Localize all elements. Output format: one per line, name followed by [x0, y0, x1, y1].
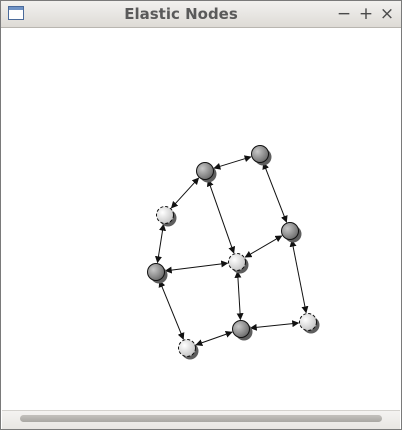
graph-node-n9[interactable] — [178, 339, 199, 360]
edge-n6-n5 — [244, 235, 283, 258]
node-circle[interactable] — [299, 313, 317, 331]
edge-n1-n2 — [213, 155, 252, 170]
node-circle[interactable] — [251, 145, 269, 163]
horizontal-scrollbar[interactable] — [2, 410, 400, 429]
graph-node-n7[interactable] — [232, 320, 253, 341]
edge-n1-n3 — [170, 177, 200, 209]
edge-n4-n9 — [158, 280, 185, 340]
graph-node-n3[interactable] — [156, 206, 177, 227]
node-circle[interactable] — [228, 253, 246, 271]
graph-node-n6[interactable] — [281, 222, 302, 243]
node-circle[interactable] — [147, 263, 165, 281]
graph-canvas[interactable] — [1, 28, 401, 410]
app-window: Elastic Nodes − + × — [0, 0, 402, 430]
edge-n2-n6 — [262, 162, 288, 223]
maximize-button[interactable]: + — [357, 4, 375, 24]
edge-n3-n4 — [155, 223, 166, 264]
node-circle[interactable] — [232, 320, 250, 338]
graph-node-n2[interactable] — [251, 145, 272, 166]
minimize-button[interactable]: − — [335, 4, 353, 24]
node-circle[interactable] — [156, 206, 174, 224]
title-bar[interactable]: Elastic Nodes − + × — [1, 1, 401, 28]
graph-node-n8[interactable] — [299, 313, 320, 334]
node-circle[interactable] — [196, 162, 214, 180]
edges-layer — [155, 155, 309, 347]
graph-node-n4[interactable] — [147, 263, 168, 284]
edge-n1-n5 — [206, 179, 236, 254]
close-button[interactable]: × — [378, 4, 396, 24]
edge-n4-n5 — [164, 260, 229, 274]
node-circle[interactable] — [281, 222, 299, 240]
edge-n6-n8 — [289, 239, 309, 314]
scrollbar-thumb[interactable] — [20, 415, 382, 422]
edge-n9-n7 — [195, 330, 233, 347]
window-title: Elastic Nodes — [124, 5, 238, 23]
graph-node-n1[interactable] — [196, 162, 217, 183]
edge-n7-n8 — [249, 320, 300, 331]
node-circle[interactable] — [178, 339, 196, 357]
edge-n5-n7 — [234, 270, 244, 321]
